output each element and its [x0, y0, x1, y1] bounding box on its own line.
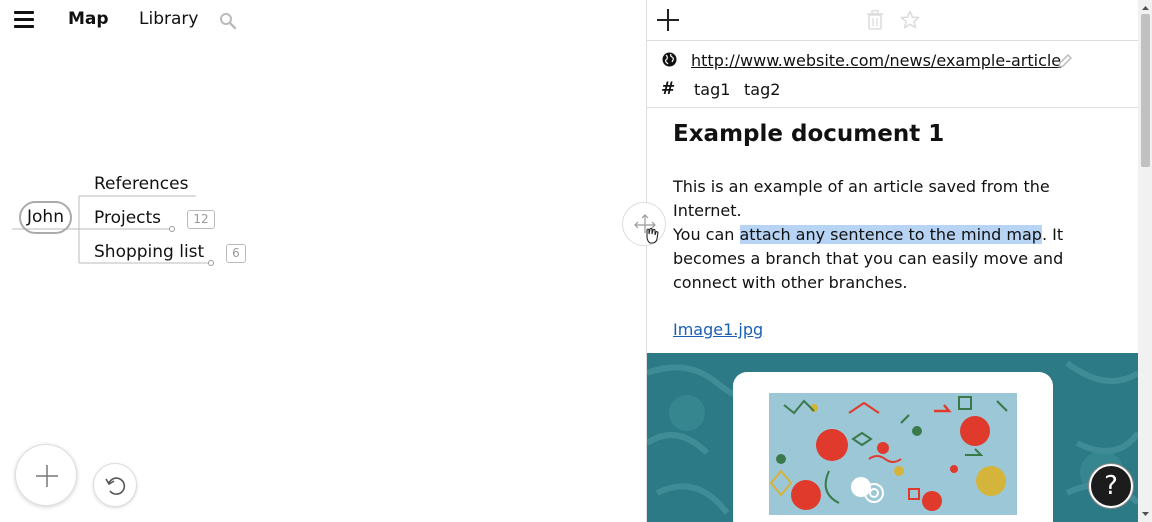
- add-document-button[interactable]: [656, 8, 680, 32]
- document-pane: http://www.website.com/news/example-arti…: [646, 0, 1152, 522]
- document-metadata: http://www.website.com/news/example-arti…: [647, 41, 1138, 108]
- highlighted-sentence[interactable]: attach any sentence to the mind map: [739, 225, 1042, 244]
- source-url-link[interactable]: http://www.website.com/news/example-arti…: [691, 51, 1061, 70]
- paragraph[interactable]: You can attach any sentence to the mind …: [673, 223, 1123, 295]
- illustration: [769, 393, 1017, 515]
- tag-item[interactable]: tag2: [744, 80, 780, 99]
- map-node-projects[interactable]: Projects: [94, 208, 161, 228]
- document-scrollbar[interactable]: [1138, 0, 1152, 522]
- map-node-shopping-list[interactable]: Shopping list: [94, 242, 204, 262]
- document-toolbar: [647, 0, 1138, 41]
- map-pane: Map Library John References Projects 12 …: [0, 0, 646, 522]
- plus-icon: [36, 465, 58, 487]
- article-image: [647, 353, 1138, 522]
- undo-button[interactable]: [93, 463, 137, 507]
- paragraph-text: You can: [673, 225, 740, 244]
- count-badge-shopping-list[interactable]: 6: [226, 244, 246, 263]
- scroll-down-arrow-icon[interactable]: [1138, 508, 1152, 520]
- article-image-card: [733, 372, 1053, 522]
- undo-icon: [105, 477, 126, 495]
- map-node-references[interactable]: References: [94, 174, 188, 194]
- move-hand-icon: [634, 214, 659, 244]
- paragraph[interactable]: This is an example of an article saved f…: [673, 175, 1123, 223]
- drag-to-map-handle[interactable]: [622, 202, 666, 246]
- scroll-up-arrow-icon[interactable]: [1138, 2, 1152, 14]
- tag-item[interactable]: tag1: [694, 80, 730, 99]
- image-link[interactable]: Image1.jpg: [673, 320, 763, 339]
- trash-icon[interactable]: [867, 10, 883, 30]
- scrollbar-thumb[interactable]: [1141, 14, 1150, 167]
- help-button[interactable]: ?: [1089, 464, 1133, 508]
- add-node-button[interactable]: [15, 444, 77, 506]
- pencil-icon[interactable]: [1057, 53, 1073, 69]
- document-title: Example document 1: [673, 121, 945, 147]
- globe-icon: [662, 52, 677, 67]
- document-content: Example document 1 This is an example of…: [647, 108, 1138, 522]
- hashtag-icon: #: [661, 79, 676, 99]
- count-badge-projects[interactable]: 12: [187, 210, 215, 229]
- star-icon[interactable]: [900, 10, 920, 30]
- map-node-root[interactable]: John: [19, 201, 72, 234]
